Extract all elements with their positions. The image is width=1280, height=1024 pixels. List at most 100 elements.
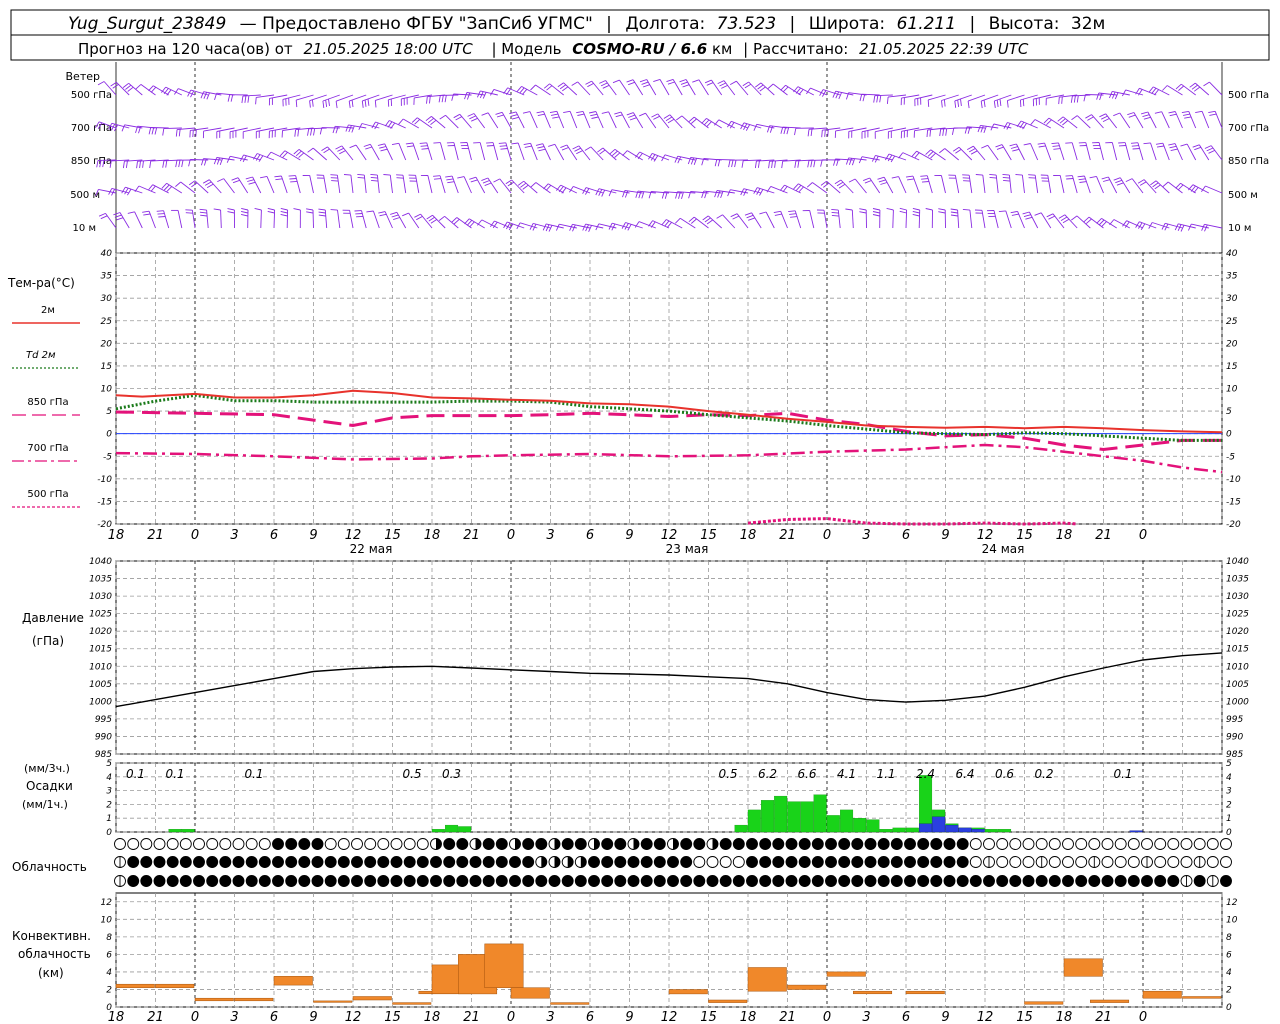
cloud-symbol (851, 838, 864, 850)
precip-3h-label: 0.1 (244, 767, 263, 781)
convective-title-1: Конвективн. (12, 929, 91, 943)
cloud-symbol (403, 875, 416, 887)
cloud-symbol (1193, 875, 1206, 887)
precip-tick-right: 1 (1226, 814, 1232, 824)
cloud-symbol (127, 838, 140, 850)
cloud-symbol (127, 875, 140, 887)
precip-bar-rain (774, 795, 788, 833)
lon-value: 73.523 (717, 14, 776, 34)
precip-bar-snow (932, 816, 946, 833)
precip-3h-label: 0.6 (995, 767, 1014, 781)
cloud-symbol (522, 875, 535, 887)
wind-barb-flag (1019, 99, 1022, 108)
hour-label: 21 (463, 528, 480, 543)
cloud-symbol (825, 856, 837, 868)
calc-label: | Рассчитано: (743, 40, 848, 58)
cloud-symbol (1088, 838, 1101, 850)
cloud-symbol (1154, 856, 1167, 868)
cloud-symbol (627, 875, 640, 887)
cloud-symbol (917, 875, 930, 887)
precip-tick-right: 5 (1226, 759, 1232, 769)
cloud-symbol (232, 838, 245, 850)
convective-bar (194, 997, 234, 1002)
cloud-symbol (1101, 875, 1114, 887)
bottom-hour-label: 0 (507, 1010, 515, 1024)
provider: — Предоставлено ФГБУ "ЗапСиб УГМС" (240, 14, 593, 34)
cloud-symbol (943, 856, 956, 868)
hour-label: 0 (1139, 528, 1147, 543)
cloud-symbol (561, 838, 574, 850)
precip-bar-snow (958, 827, 972, 833)
precip-3h-label: 0.5 (402, 767, 421, 781)
hour-label: 15 (384, 528, 401, 543)
precip-tick-left: 1 (106, 814, 112, 824)
precip-bar-rain (892, 827, 906, 833)
cloud-symbol (772, 838, 785, 850)
precip-bar-rain (866, 819, 880, 833)
cloud-symbol (798, 856, 811, 868)
wind-barb-flag (289, 178, 297, 180)
bottom-hour-label: 15 (700, 1010, 717, 1024)
cloud-symbol (153, 838, 166, 850)
hour-label: 9 (625, 528, 633, 543)
cloud-symbol (719, 856, 732, 868)
hour-label: 15 (700, 528, 717, 543)
precip-unit-1h: (мм/1ч.) (22, 798, 68, 811)
cloud-symbol (904, 875, 916, 887)
precip-unit-3h: (мм/3ч.) (24, 762, 70, 775)
station-name: Yug_Surgut_23849 (68, 14, 226, 34)
lat-value: 61.211 (897, 14, 956, 34)
wind-barb-flag (330, 174, 338, 176)
conv-tick-right: 2 (1226, 985, 1232, 995)
cloud-symbol (469, 856, 482, 868)
cloud-symbol (1035, 838, 1048, 850)
cloud-symbol (732, 875, 745, 887)
cloud-symbol (706, 856, 719, 868)
hour-label: 18 (108, 528, 125, 543)
bottom-hour-label: 9 (625, 1010, 633, 1024)
cloud-symbol (206, 875, 219, 887)
cloud-symbol (640, 856, 653, 868)
conv-tick-left: 8 (106, 933, 112, 943)
hour-label: 12 (977, 528, 994, 543)
convective-bar (313, 1000, 353, 1003)
temp-tick-left: 35 (101, 272, 113, 282)
hour-label: 0 (191, 528, 199, 543)
bottom-hour-label: 12 (661, 1010, 678, 1024)
cloud-symbol (1220, 856, 1232, 868)
conv-tick-left: 2 (106, 985, 112, 995)
cloud-symbol (337, 875, 350, 887)
cloud-symbol (614, 875, 627, 887)
wind-barb-flag (185, 212, 193, 214)
wind-barb-flag (433, 175, 441, 177)
cloud-symbol (614, 856, 627, 868)
cloud-symbol (509, 856, 521, 868)
cloud-symbol (140, 838, 153, 850)
precip-bar-rain (879, 829, 893, 833)
convective-bar (234, 997, 274, 1002)
precip-3h-label: 4.1 (837, 767, 856, 781)
cloud-symbol (706, 875, 719, 887)
cloud-symbol (364, 856, 377, 868)
cloud-symbol (535, 875, 548, 887)
cloud-symbol (930, 856, 943, 868)
precip-3h-label: 0.1 (1113, 767, 1132, 781)
temp-tick-right: 40 (1226, 249, 1238, 259)
cloud-symbol (258, 875, 271, 887)
wind-barb-flag (396, 177, 404, 179)
cloud-symbol (1009, 856, 1022, 868)
cloud-symbol (601, 875, 614, 887)
wind-level-10m: 10 м (73, 223, 96, 234)
cloud-symbol (1127, 856, 1140, 868)
precip-3h-label: 6.2 (758, 767, 777, 781)
cloud-symbol (443, 856, 456, 868)
cloud-symbol (1127, 875, 1140, 887)
pressure-tick-left: 1010 (89, 662, 112, 672)
convective-bar (1024, 1001, 1064, 1005)
cloud-symbol (890, 875, 903, 887)
precip-3h-label: 0.2 (1034, 767, 1053, 781)
bottom-hour-label: 0 (823, 1010, 831, 1024)
cloud-symbol (996, 856, 1009, 868)
cloud-symbol (1009, 875, 1022, 887)
cloud-symbol (456, 838, 469, 850)
